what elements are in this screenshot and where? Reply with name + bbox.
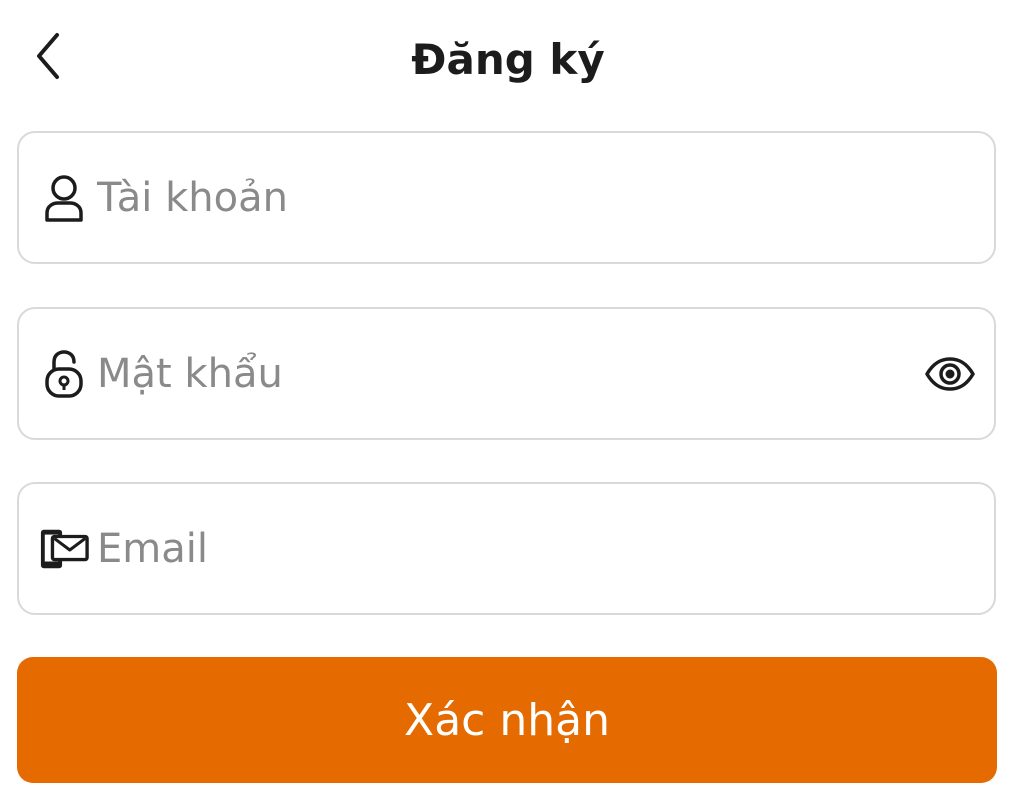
toggle-password-visibility-button[interactable] — [920, 344, 980, 404]
phone-mail-icon — [39, 524, 89, 574]
eye-icon — [925, 356, 975, 391]
header: Đăng ký — [0, 0, 1016, 120]
submit-button[interactable]: Xác nhận — [17, 657, 997, 783]
password-input[interactable] — [89, 309, 920, 438]
page-title: Đăng ký — [411, 35, 605, 84]
user-icon — [39, 173, 89, 223]
username-input[interactable] — [89, 133, 994, 262]
lock-icon — [39, 349, 89, 399]
password-field[interactable] — [17, 307, 996, 440]
email-field[interactable] — [17, 482, 996, 615]
username-field[interactable] — [17, 131, 996, 264]
email-input[interactable] — [89, 484, 994, 613]
